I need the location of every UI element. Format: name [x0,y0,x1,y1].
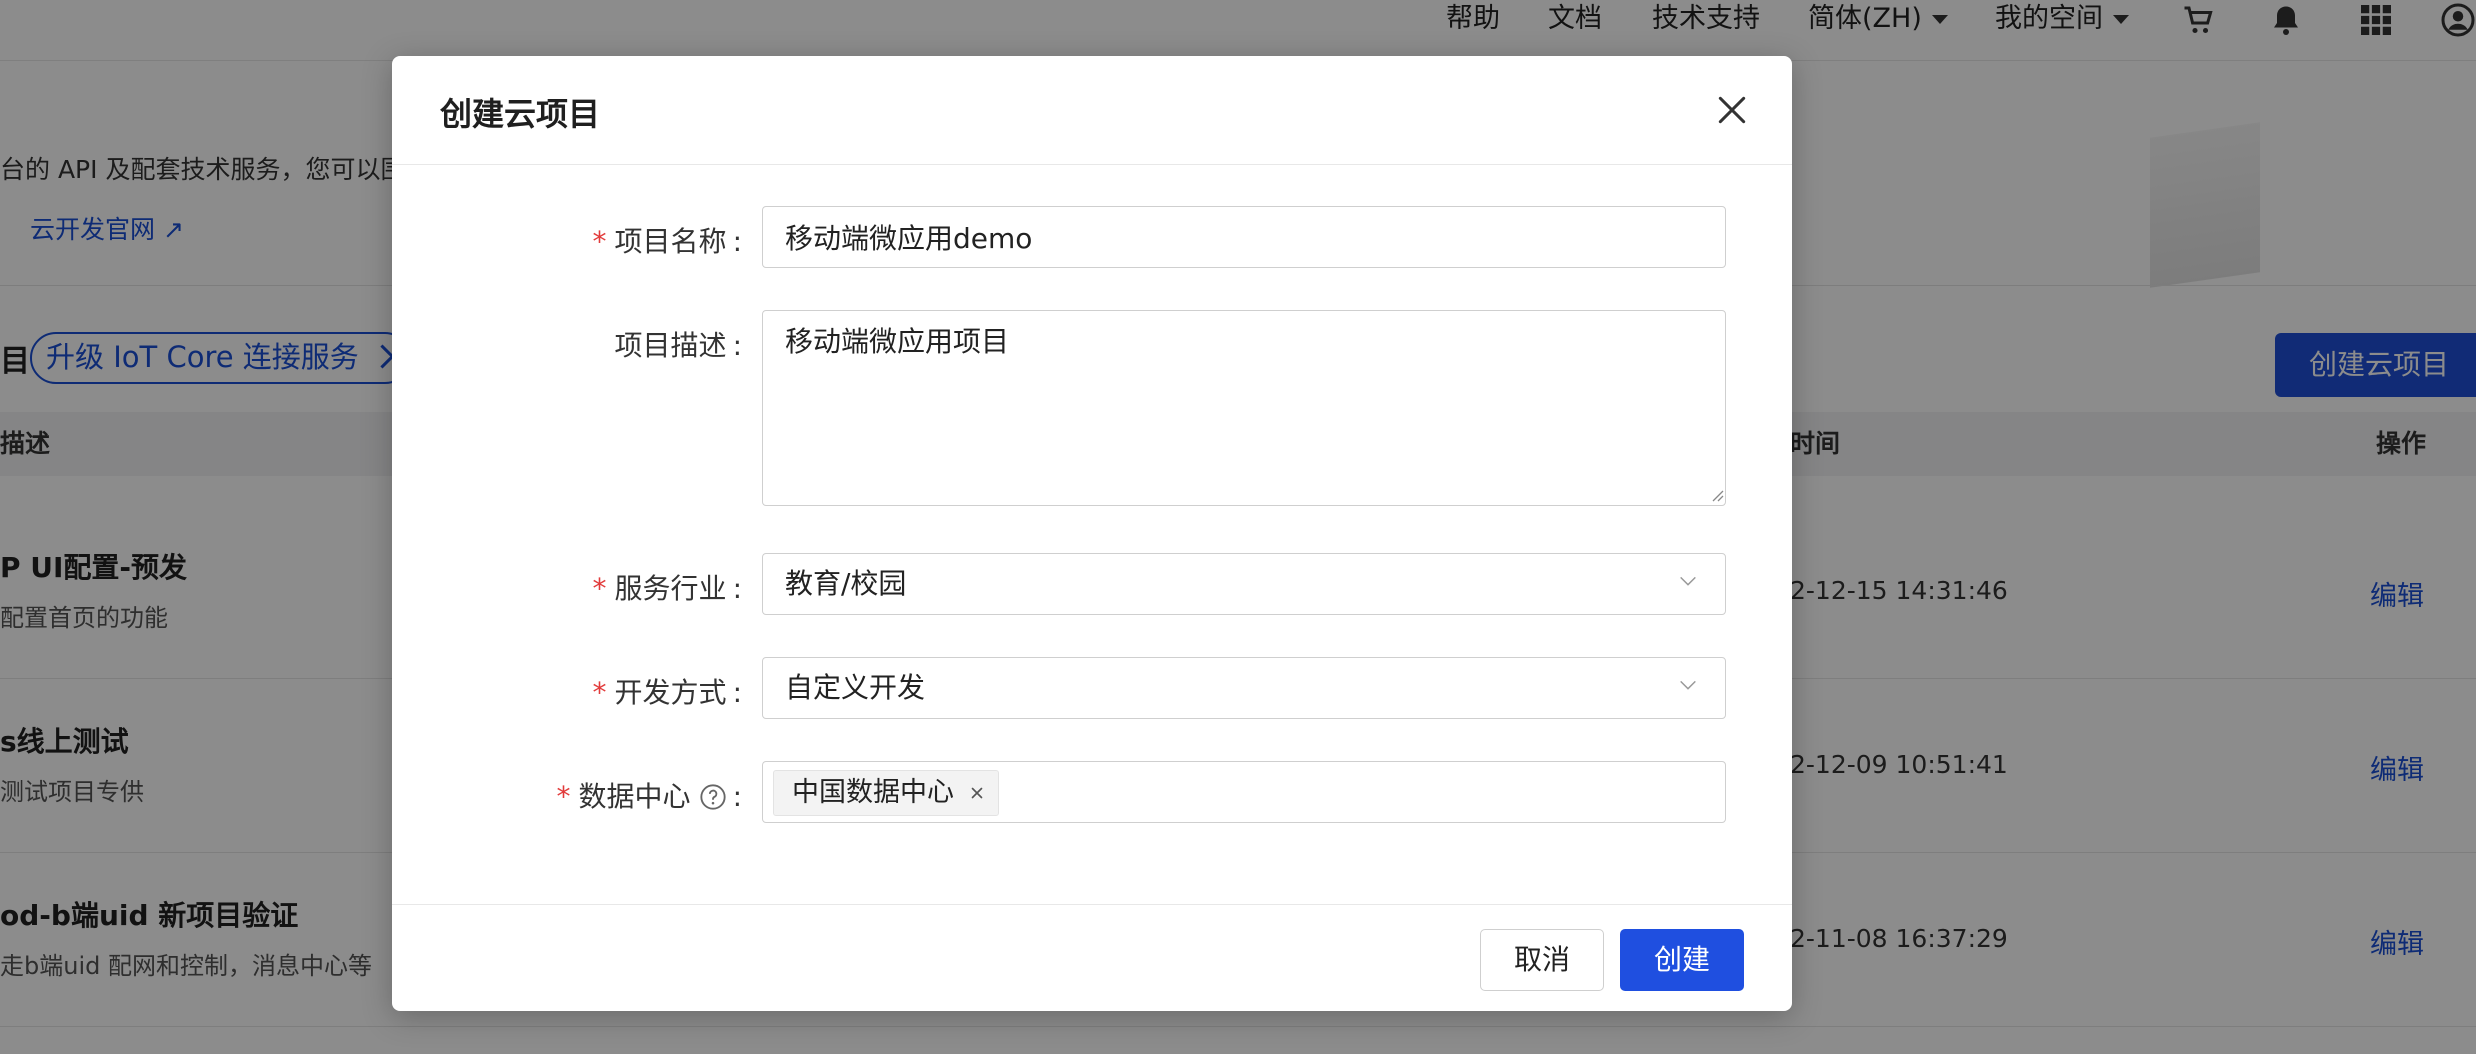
tag-label: 中国数据中心 [792,777,954,808]
create-button[interactable]: 创建 [1620,929,1744,991]
required-mark: * [556,780,571,813]
label-text: 数据中心 [578,780,691,813]
field-label-industry: * 服务行业: [593,567,742,607]
label-text: 开发方式 [614,676,727,709]
remove-tag-icon[interactable] [968,784,986,802]
label-text: 项目描述 [614,329,727,362]
dialog-header: 创建云项目 [392,56,1792,165]
colon: : [732,329,742,362]
resize-handle-icon[interactable] [1710,488,1724,502]
label-text: 项目名称 [614,225,727,258]
industry-select[interactable]: 教育/校园 [762,553,1726,615]
dialog-title: 创建云项目 [440,95,601,133]
chevron-down-icon [1680,576,1696,586]
colon: : [732,572,742,605]
cancel-button[interactable]: 取消 [1480,929,1604,991]
colon: : [732,225,742,258]
label-text: 服务行业 [614,572,727,605]
field-label-data-center: * 数据中心: [557,775,742,815]
field-label-description: 项目描述: [615,324,742,364]
field-label-dev-mode: * 开发方式: [593,671,742,711]
dev-mode-select[interactable]: 自定义开发 [762,657,1726,719]
colon: : [732,780,742,813]
chevron-down-icon [1680,680,1696,690]
dev-mode-selected-value: 自定义开发 [785,671,926,704]
required-mark: * [592,572,607,605]
field-label-name: * 项目名称: [593,220,742,260]
question-help-icon[interactable] [699,783,727,811]
create-project-dialog: 创建云项目 *项目名称: 项目描述: 移动端微应用项目 *服务行业: 教育/校园… [392,56,1792,1011]
required-mark: * [592,676,607,709]
close-icon[interactable] [1712,90,1752,130]
project-description-textarea[interactable]: 移动端微应用项目 [762,310,1726,506]
required-mark: * [592,225,607,258]
selected-tag: 中国数据中心 [773,770,999,816]
industry-selected-value: 教育/校园 [785,567,907,600]
dialog-footer: 取消 创建 [392,904,1792,1012]
data-center-multiselect[interactable]: 中国数据中心 [762,761,1726,823]
colon: : [732,676,742,709]
project-name-input[interactable] [762,206,1726,268]
